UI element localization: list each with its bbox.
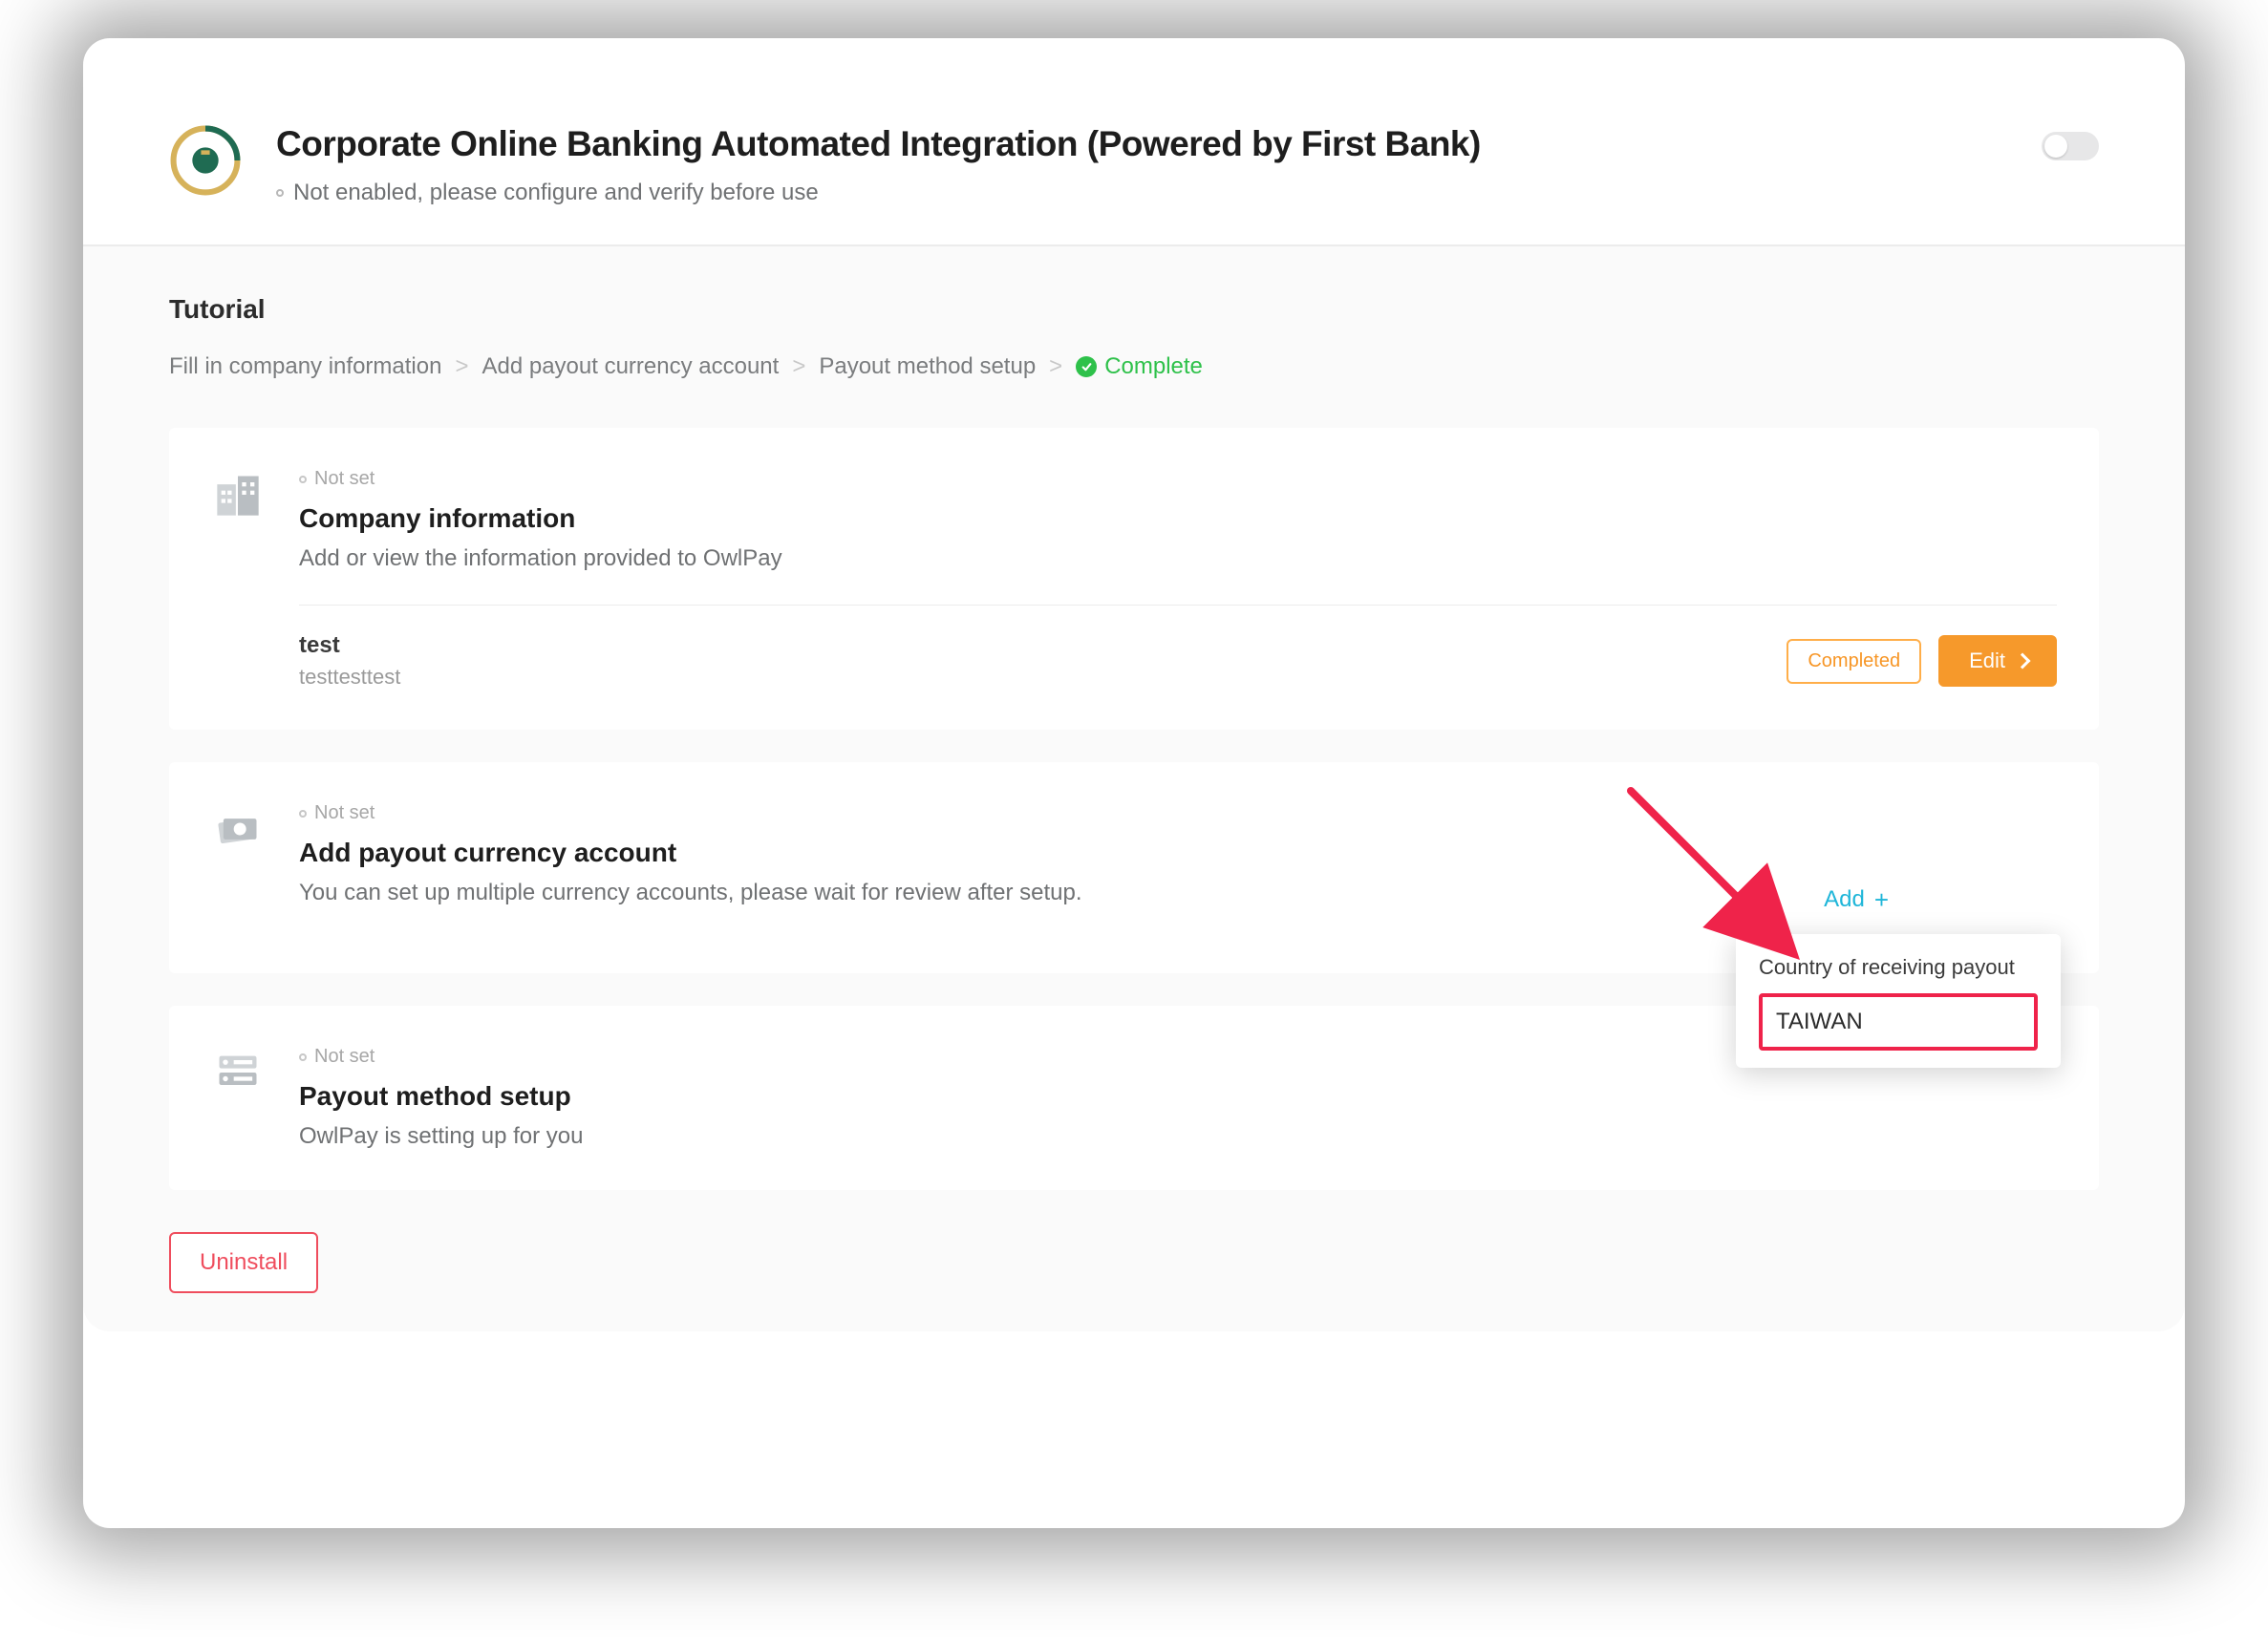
status-pill: Not set <box>299 468 2057 490</box>
edit-button[interactable]: Edit <box>1938 635 2057 687</box>
breadcrumb-step-1[interactable]: Fill in company information <box>169 353 441 380</box>
card-title: Add payout currency account <box>299 838 2057 868</box>
body: Tutorial Fill in company information > A… <box>83 246 2185 1331</box>
entry-name: test <box>299 632 400 659</box>
chevron-right-icon <box>2015 653 2031 670</box>
status-dot-icon <box>299 476 307 483</box>
breadcrumb-step-2[interactable]: Add payout currency account <box>481 353 779 380</box>
payout-account-card: Not set Add payout currency account You … <box>169 762 2099 973</box>
bank-logo-icon <box>169 124 242 197</box>
breadcrumb-complete: Complete <box>1076 353 1203 380</box>
status-dot-icon <box>299 1053 307 1061</box>
uninstall-button[interactable]: Uninstall <box>169 1232 318 1293</box>
entry-detail: testtesttest <box>299 665 400 690</box>
status-text: Not set <box>314 1046 374 1068</box>
app-window: Corporate Online Banking Automated Integ… <box>83 38 2185 1528</box>
completed-badge: Completed <box>1787 639 1921 684</box>
dropdown-label: Country of receiving payout <box>1759 955 2038 980</box>
check-circle-icon <box>1076 356 1097 377</box>
toggle-knob <box>2044 135 2067 158</box>
page-subtitle: Not enabled, please configure and verify… <box>276 180 2013 206</box>
card-title: Payout method setup <box>299 1081 2057 1112</box>
card-description: Add or view the information provided to … <box>299 545 2057 572</box>
company-entry-row: test testtesttest Completed Edit <box>299 632 2057 690</box>
status-text: Not set <box>314 802 374 824</box>
title-block: Corporate Online Banking Automated Integ… <box>276 124 2013 206</box>
entry-text: test testtesttest <box>299 632 400 690</box>
server-icon <box>211 1046 265 1099</box>
status-text: Not set <box>314 468 374 490</box>
status-pill: Not set <box>299 802 2057 824</box>
cash-icon <box>211 802 265 856</box>
breadcrumb: Fill in company information > Add payout… <box>169 353 2099 380</box>
subtitle-text: Not enabled, please configure and verify… <box>293 180 819 206</box>
company-info-card: Not set Company information Add or view … <box>169 428 2099 730</box>
breadcrumb-step-3[interactable]: Payout method setup <box>819 353 1036 380</box>
card-title: Company information <box>299 503 2057 534</box>
page-title: Corporate Online Banking Automated Integ… <box>276 124 2013 164</box>
edit-button-label: Edit <box>1969 648 2005 673</box>
status-dot-icon <box>299 810 307 818</box>
breadcrumb-sep: > <box>792 353 805 380</box>
buildings-icon <box>211 468 265 521</box>
divider <box>299 605 2057 606</box>
breadcrumb-sep: > <box>455 353 468 380</box>
header: Corporate Online Banking Automated Integ… <box>83 38 2185 246</box>
status-dot-icon <box>276 189 284 197</box>
country-dropdown[interactable]: Country of receiving payout TAIWAN <box>1736 934 2061 1068</box>
complete-label: Complete <box>1104 353 1203 380</box>
plus-icon: + <box>1874 887 1889 912</box>
card-description: OwlPay is setting up for you <box>299 1123 2057 1150</box>
tutorial-heading: Tutorial <box>169 294 2099 325</box>
dropdown-item-taiwan[interactable]: TAIWAN <box>1759 993 2038 1051</box>
card-description: You can set up multiple currency account… <box>299 880 2057 906</box>
enable-toggle[interactable] <box>2042 132 2099 160</box>
breadcrumb-sep: > <box>1049 353 1062 380</box>
add-label: Add <box>1824 886 1865 913</box>
entry-actions: Completed Edit <box>1787 635 2057 687</box>
add-account-link[interactable]: Add + <box>1824 886 1889 913</box>
